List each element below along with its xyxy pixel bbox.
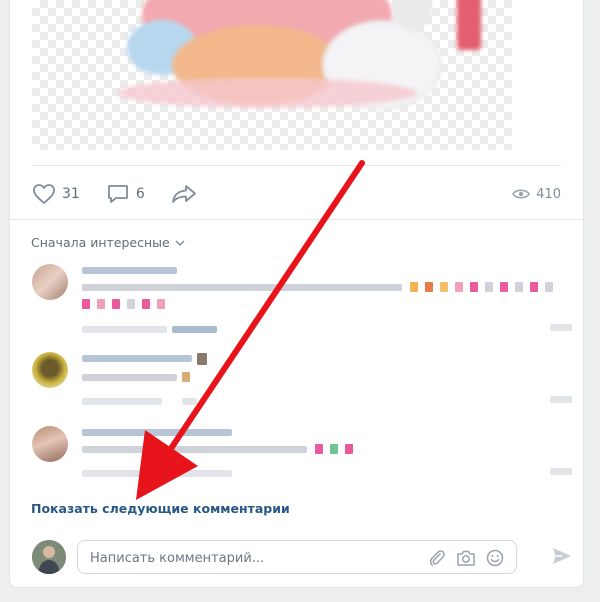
avatar[interactable] bbox=[32, 264, 68, 300]
send-icon[interactable] bbox=[551, 546, 573, 566]
comment-item bbox=[32, 264, 572, 334]
share-icon bbox=[171, 185, 196, 203]
eye-icon bbox=[512, 189, 531, 199]
person-photo bbox=[32, 540, 66, 574]
comment-like[interactable] bbox=[550, 324, 572, 331]
comment-meta bbox=[82, 398, 162, 405]
like-button[interactable]: 31 bbox=[32, 183, 80, 205]
comment-meta bbox=[82, 470, 232, 477]
divider bbox=[10, 219, 583, 220]
chevron-down-icon bbox=[175, 239, 185, 246]
comment-author-name[interactable] bbox=[82, 429, 232, 436]
avatar[interactable] bbox=[32, 352, 68, 388]
comment-text bbox=[82, 446, 307, 453]
comment-composer bbox=[32, 534, 573, 578]
comment-meta bbox=[82, 326, 167, 333]
divider bbox=[32, 165, 561, 166]
emoji-icon[interactable] bbox=[486, 549, 504, 567]
paperclip-icon[interactable] bbox=[428, 549, 446, 567]
comment-item bbox=[32, 352, 572, 422]
post-card: 31 6 410 Сначала интересные Показать сле… bbox=[9, 0, 584, 588]
comment-input-box[interactable] bbox=[77, 540, 517, 574]
comment-input[interactable] bbox=[90, 549, 420, 567]
avatar[interactable] bbox=[32, 426, 68, 462]
post-actions: 31 6 410 bbox=[32, 175, 561, 213]
comment-like[interactable] bbox=[550, 468, 572, 475]
heart-icon bbox=[33, 184, 55, 204]
show-next-comments-link[interactable]: Показать следующие комментарии bbox=[31, 501, 290, 516]
camera-icon[interactable] bbox=[456, 549, 476, 567]
user-avatar[interactable] bbox=[32, 540, 66, 574]
reply-link[interactable] bbox=[182, 398, 197, 405]
reply-link[interactable] bbox=[172, 326, 217, 333]
comment-text bbox=[82, 374, 177, 381]
views-counter: 410 bbox=[512, 187, 561, 202]
share-button[interactable] bbox=[171, 184, 203, 204]
like-count: 31 bbox=[62, 186, 80, 202]
sort-label: Сначала интересные bbox=[31, 235, 170, 250]
comment-button[interactable]: 6 bbox=[106, 183, 145, 205]
post-image[interactable] bbox=[32, 0, 512, 150]
comment-count: 6 bbox=[135, 186, 145, 202]
comments-sort-dropdown[interactable]: Сначала интересные bbox=[31, 235, 186, 250]
comment-icon bbox=[107, 185, 128, 203]
views-count: 410 bbox=[536, 186, 561, 202]
comment-author-name[interactable] bbox=[82, 355, 192, 362]
comment-text bbox=[82, 284, 402, 291]
comment-like[interactable] bbox=[550, 396, 572, 403]
comment-item bbox=[32, 426, 572, 496]
comment-author-name[interactable] bbox=[82, 267, 177, 274]
